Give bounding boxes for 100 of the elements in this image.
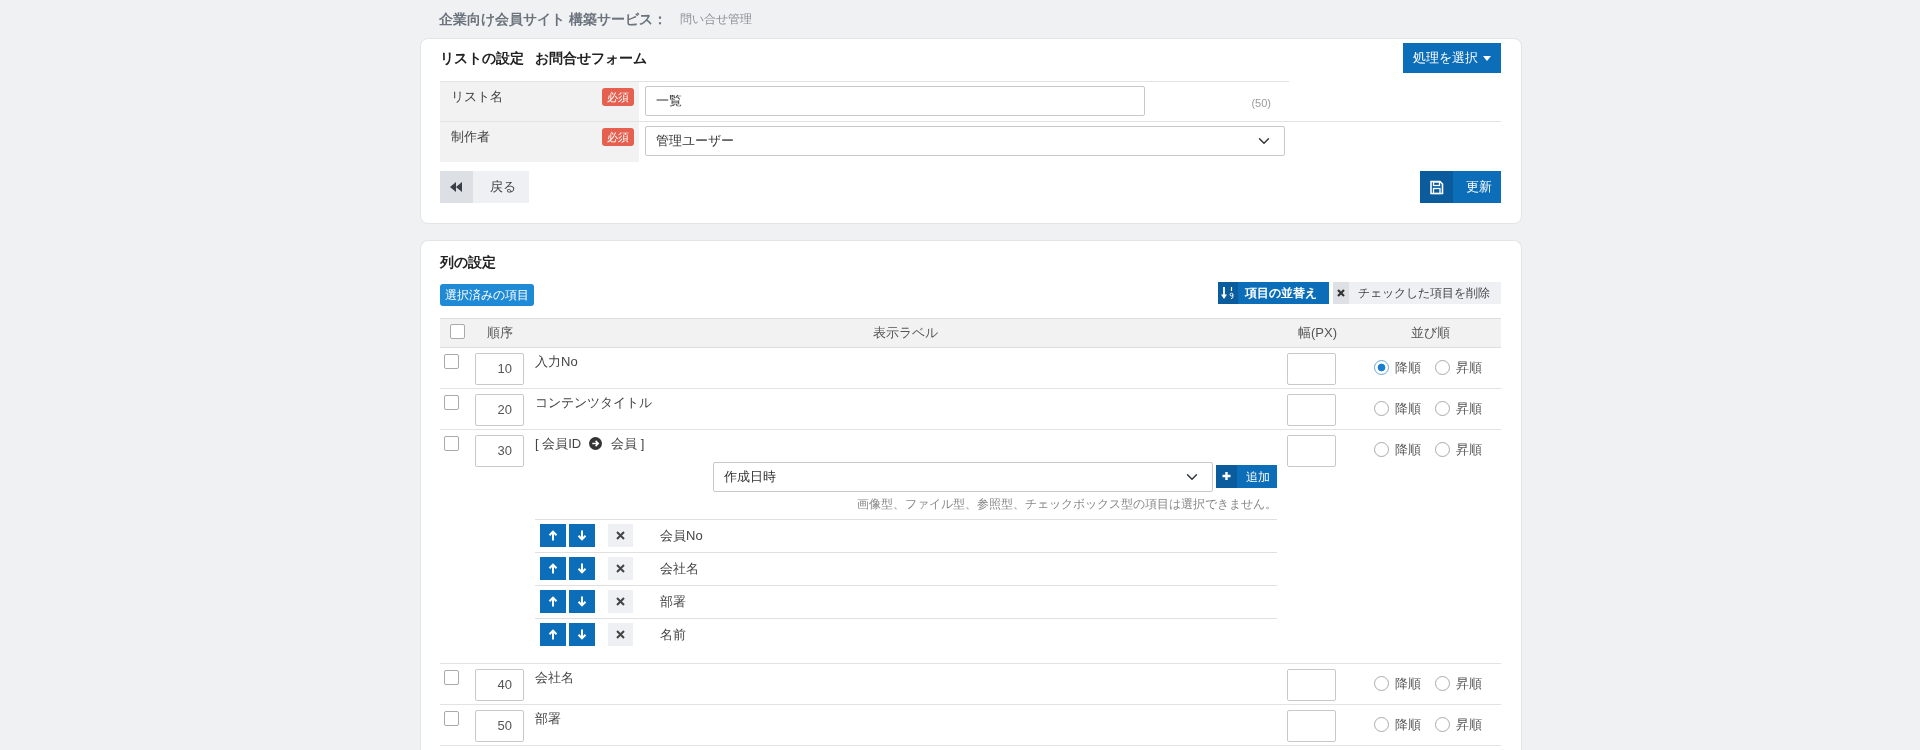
selected-items-button[interactable]: 選択済みの項目 bbox=[440, 283, 534, 306]
add-button[interactable]: 追加 bbox=[1216, 465, 1277, 488]
related-field-label: 会員No bbox=[660, 526, 703, 545]
hint-text: 画像型、ファイル型、参照型、チェックボックス型の項目は選択できません。 bbox=[857, 496, 1277, 511]
sort-order-label[interactable]: 昇順 bbox=[1456, 673, 1482, 694]
order-input[interactable]: 10 bbox=[475, 352, 524, 385]
arrow-down-icon bbox=[577, 563, 587, 574]
move-down-button[interactable] bbox=[569, 623, 595, 646]
x-mark-icon bbox=[616, 630, 625, 639]
arrow-down-icon bbox=[577, 596, 587, 607]
sort-order-radio[interactable] bbox=[1435, 717, 1450, 732]
arrow-up-icon bbox=[548, 563, 558, 574]
remove-button[interactable] bbox=[608, 623, 633, 646]
character-limit: (50) bbox=[1251, 96, 1272, 112]
sort-order-radio[interactable] bbox=[1435, 442, 1450, 457]
select-field[interactable]: 管理ユーザー bbox=[645, 126, 1285, 156]
move-up-button[interactable] bbox=[540, 623, 566, 646]
field-label: リスト名 bbox=[451, 88, 503, 105]
page-title: 問い合せ管理 bbox=[679, 11, 752, 28]
row-checkbox[interactable] bbox=[444, 394, 459, 410]
order-input[interactable]: 30 bbox=[475, 434, 524, 467]
remove-button[interactable] bbox=[608, 557, 633, 580]
caret-down-icon bbox=[1483, 55, 1491, 61]
sort-order-radio[interactable] bbox=[1374, 401, 1389, 416]
arrow-down-icon bbox=[577, 530, 587, 541]
sort-icon bbox=[1218, 281, 1238, 304]
column-header: 表示ラベル bbox=[872, 324, 938, 340]
arrow-up-icon bbox=[548, 530, 558, 541]
x-mark-icon bbox=[616, 597, 625, 606]
row-checkbox[interactable] bbox=[444, 669, 459, 685]
column-label: 入力No bbox=[535, 353, 578, 369]
sort-order-radio[interactable] bbox=[1374, 360, 1389, 375]
action-menu-button[interactable]: 処理を選択 bbox=[1403, 43, 1501, 73]
order-input[interactable]: 40 bbox=[475, 668, 524, 701]
arrow-up-icon bbox=[548, 596, 558, 607]
sort-order-label[interactable]: 昇順 bbox=[1456, 714, 1482, 735]
remove-button[interactable] bbox=[608, 524, 633, 547]
width-input[interactable] bbox=[1287, 352, 1336, 385]
sort-order-label[interactable]: 昇順 bbox=[1456, 439, 1482, 460]
column-label: 会社名 bbox=[535, 669, 574, 685]
move-up-button[interactable] bbox=[540, 524, 566, 547]
arrow-down-icon bbox=[577, 629, 587, 640]
column-label: 部署 bbox=[535, 710, 561, 726]
column-label: [ 会員ID bbox=[535, 434, 582, 453]
sort-order-label[interactable]: 降順 bbox=[1395, 673, 1421, 694]
width-input[interactable] bbox=[1287, 393, 1336, 426]
width-input[interactable] bbox=[1287, 434, 1336, 467]
column-header: 並び順 bbox=[1410, 324, 1450, 340]
sort-order-label[interactable]: 降順 bbox=[1395, 714, 1421, 735]
text-input[interactable]: 一覧 bbox=[645, 86, 1145, 116]
sort-order-radio[interactable] bbox=[1374, 676, 1389, 691]
sort-order-label[interactable]: 降順 bbox=[1395, 439, 1421, 460]
row-checkbox[interactable] bbox=[444, 710, 459, 726]
order-input[interactable]: 50 bbox=[475, 709, 524, 742]
sort-order-radio[interactable] bbox=[1374, 717, 1389, 732]
move-up-button[interactable] bbox=[540, 590, 566, 613]
sort-order-radio[interactable] bbox=[1435, 360, 1450, 375]
sort-order-radio[interactable] bbox=[1374, 442, 1389, 457]
circle-arrow-icon bbox=[589, 437, 603, 450]
section-title: 列の設定 bbox=[440, 254, 496, 270]
related-table-label: 会員 ] bbox=[611, 434, 645, 453]
remove-button[interactable] bbox=[608, 590, 633, 613]
update-button[interactable]: 更新 bbox=[1420, 171, 1501, 203]
move-down-button[interactable] bbox=[569, 590, 595, 613]
panel-title: リストの設定 bbox=[440, 49, 524, 68]
back-button[interactable]: 戻る bbox=[440, 171, 529, 203]
form-name: お問合せフォーム bbox=[535, 49, 647, 68]
row-checkbox[interactable] bbox=[444, 435, 459, 451]
sort-order-label[interactable]: 昇順 bbox=[1456, 398, 1482, 419]
plus-icon bbox=[1216, 465, 1237, 488]
sort-order-label[interactable]: 降順 bbox=[1395, 357, 1421, 378]
column-header: 順序 bbox=[487, 324, 513, 340]
sort-order-radio[interactable] bbox=[1435, 401, 1450, 416]
x-mark-icon bbox=[616, 531, 625, 540]
select-all-checkbox[interactable] bbox=[450, 323, 465, 339]
field-label: 制作者 bbox=[451, 128, 490, 145]
x-mark-icon bbox=[616, 564, 625, 573]
sort-order-label[interactable]: 昇順 bbox=[1456, 357, 1482, 378]
width-input[interactable] bbox=[1287, 668, 1336, 701]
required-badge: 必須 bbox=[602, 88, 634, 106]
rewind-icon bbox=[440, 171, 473, 203]
column-header: 幅(PX) bbox=[1298, 324, 1337, 340]
save-icon bbox=[1420, 171, 1453, 203]
field-select[interactable]: 作成日時 bbox=[713, 461, 1213, 492]
order-input[interactable]: 20 bbox=[475, 393, 524, 426]
sort-items-button[interactable]: 項目の並替え bbox=[1218, 281, 1329, 304]
x-mark-icon bbox=[1333, 281, 1349, 304]
delete-checked-button[interactable]: チェックした項目を削除 bbox=[1333, 281, 1501, 304]
site-title: 企業向け会員サイト 構築サービス： bbox=[439, 9, 667, 29]
width-input[interactable] bbox=[1287, 709, 1336, 742]
sort-order-label[interactable]: 降順 bbox=[1395, 398, 1421, 419]
move-up-button[interactable] bbox=[540, 557, 566, 580]
related-field-label: 会社名 bbox=[660, 559, 699, 578]
row-checkbox[interactable] bbox=[444, 353, 459, 369]
move-down-button[interactable] bbox=[569, 557, 595, 580]
sort-order-radio[interactable] bbox=[1435, 676, 1450, 691]
related-field-label: 部署 bbox=[660, 592, 686, 611]
required-badge: 必須 bbox=[602, 128, 634, 146]
related-field-label: 名前 bbox=[660, 625, 686, 644]
move-down-button[interactable] bbox=[569, 524, 595, 547]
